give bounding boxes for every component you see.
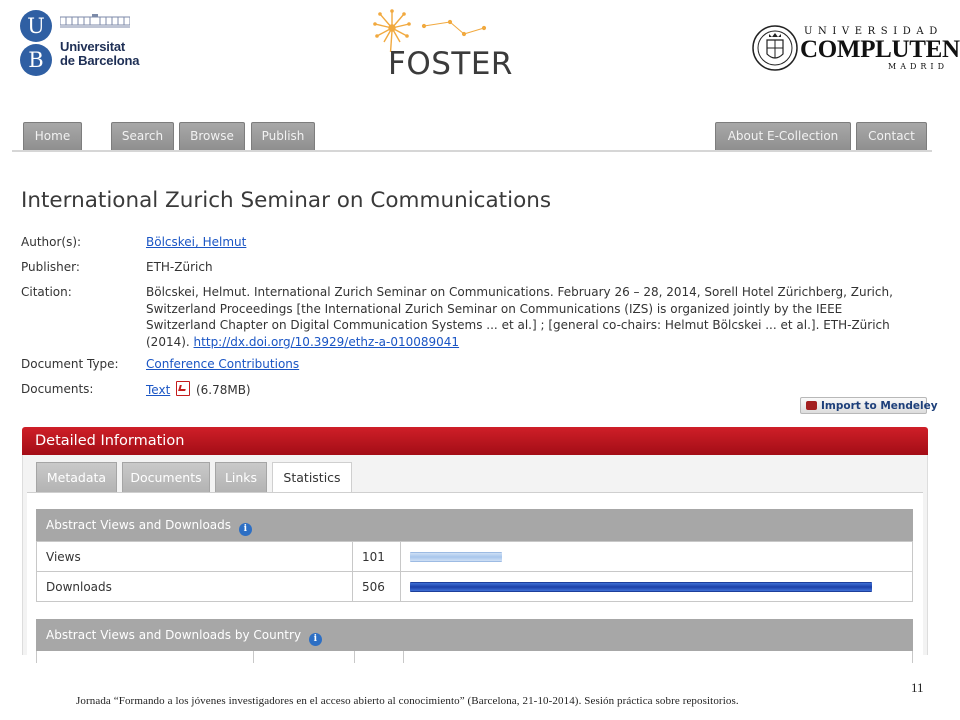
author-label: Author(s): bbox=[21, 235, 82, 249]
document-type-label: Document Type: bbox=[21, 357, 119, 371]
author-link[interactable]: Bölcskei, Helmut bbox=[146, 235, 246, 249]
citation-line: Switzerland Proceedings [the Internation… bbox=[146, 301, 843, 316]
pdf-icon[interactable] bbox=[176, 381, 191, 396]
ub-name: Universitat de Barcelona bbox=[60, 40, 139, 68]
detailed-information-header: Detailed Information bbox=[22, 427, 928, 455]
slide-page-number: 11 bbox=[911, 680, 924, 695]
foster-logo: FOSTER bbox=[372, 8, 512, 82]
country-table-partial bbox=[36, 651, 913, 663]
table-row: Downloads 506 bbox=[36, 571, 913, 602]
doi-link[interactable]: http://dx.doi.org/10.3929/ethz-a-0100890… bbox=[194, 335, 460, 349]
ucm-crest-icon bbox=[752, 25, 798, 71]
column-divider bbox=[354, 651, 355, 663]
ucm-line2: COMPLUTENSE bbox=[800, 36, 960, 63]
tab-statistics[interactable]: Statistics bbox=[272, 462, 352, 493]
document-type-link[interactable]: Conference Contributions bbox=[146, 357, 299, 371]
ub-letter-u: U bbox=[20, 10, 52, 42]
nav-home[interactable]: Home bbox=[23, 122, 82, 150]
row-label-downloads: Downloads bbox=[36, 571, 353, 602]
table-row: Views 101 bbox=[36, 541, 913, 572]
ub-building-icon bbox=[60, 14, 130, 28]
ub-name-line2: de Barcelona bbox=[60, 53, 140, 68]
row-count-downloads: 506 bbox=[352, 571, 401, 602]
foster-wordmark: FOSTER bbox=[388, 46, 513, 82]
info-icon[interactable]: i bbox=[238, 523, 252, 536]
nav-browse[interactable]: Browse bbox=[179, 122, 245, 150]
tab-links[interactable]: Links bbox=[215, 462, 267, 492]
citation-line: (2014). http://dx.doi.org/10.3929/ethz-a… bbox=[146, 334, 921, 351]
column-divider bbox=[403, 651, 404, 663]
page-title: International Zurich Seminar on Communic… bbox=[21, 188, 552, 213]
complutense-logo: UNIVERSIDAD COMPLUTENSE MADRID bbox=[752, 22, 960, 74]
universitat-de-barcelona-logo: U B Universitat de Barcelona bbox=[20, 10, 150, 80]
citation-value: Bölcskei, Helmut. International Zurich S… bbox=[146, 284, 921, 350]
publisher-value: ETH-Zürich bbox=[146, 260, 213, 274]
mendeley-icon bbox=[806, 401, 817, 410]
citation-line: Bölcskei, Helmut. International Zurich S… bbox=[146, 285, 893, 299]
downloads-bar bbox=[410, 581, 872, 592]
import-to-mendeley-button[interactable]: Import to Mendeley bbox=[800, 397, 938, 414]
ub-letter-b: B bbox=[20, 44, 52, 76]
tab-documents[interactable]: Documents bbox=[122, 462, 210, 492]
row-bar-cell-downloads bbox=[400, 571, 913, 602]
slide-footer: Jornada “Formando a los jóvenes investig… bbox=[76, 695, 739, 707]
author-value: Bölcskei, Helmut bbox=[146, 234, 246, 251]
nav-contact[interactable]: Contact bbox=[856, 122, 927, 150]
info-icon[interactable]: i bbox=[308, 633, 322, 646]
row-bar-cell-views bbox=[400, 541, 913, 572]
main-navigation: Home Search Browse Publish About E-Colle… bbox=[12, 120, 932, 152]
nav-search[interactable]: Search bbox=[111, 122, 174, 150]
ub-name-line1: Universitat bbox=[60, 39, 125, 54]
documents-value: Text (6.78MB) bbox=[146, 381, 251, 399]
document-text-link[interactable]: Text bbox=[146, 383, 170, 397]
nav-publish[interactable]: Publish bbox=[251, 122, 315, 150]
views-bar bbox=[410, 551, 502, 562]
ub-crest: U B bbox=[20, 10, 54, 76]
column-divider bbox=[253, 651, 254, 663]
citation-year: (2014). bbox=[146, 334, 190, 349]
document-size: (6.78MB) bbox=[195, 383, 251, 397]
country-stats-header: Abstract Views and Downloads by Country … bbox=[36, 619, 913, 651]
row-label-views: Views bbox=[36, 541, 353, 572]
country-stats-title: Abstract Views and Downloads by Country bbox=[46, 628, 302, 642]
document-type-value: Conference Contributions bbox=[146, 356, 299, 373]
citation-line: Switzerland Chapter on Digital Communica… bbox=[146, 318, 890, 332]
stats-title: Abstract Views and Downloads bbox=[46, 518, 232, 532]
tab-metadata[interactable]: Metadata bbox=[36, 462, 117, 492]
row-count-views: 101 bbox=[352, 541, 401, 572]
ucm-line3: MADRID bbox=[888, 62, 948, 71]
nav-about-e-collection[interactable]: About E-Collection bbox=[715, 122, 851, 150]
stats-table: Views 101 Downloads 506 bbox=[36, 541, 913, 602]
mendeley-label: Import to Mendeley bbox=[821, 400, 938, 412]
documents-label: Documents: bbox=[21, 382, 94, 396]
publisher-label: Publisher: bbox=[21, 260, 80, 274]
abstract-views-downloads-header: Abstract Views and Downloads i bbox=[36, 509, 913, 541]
citation-label: Citation: bbox=[21, 285, 72, 299]
